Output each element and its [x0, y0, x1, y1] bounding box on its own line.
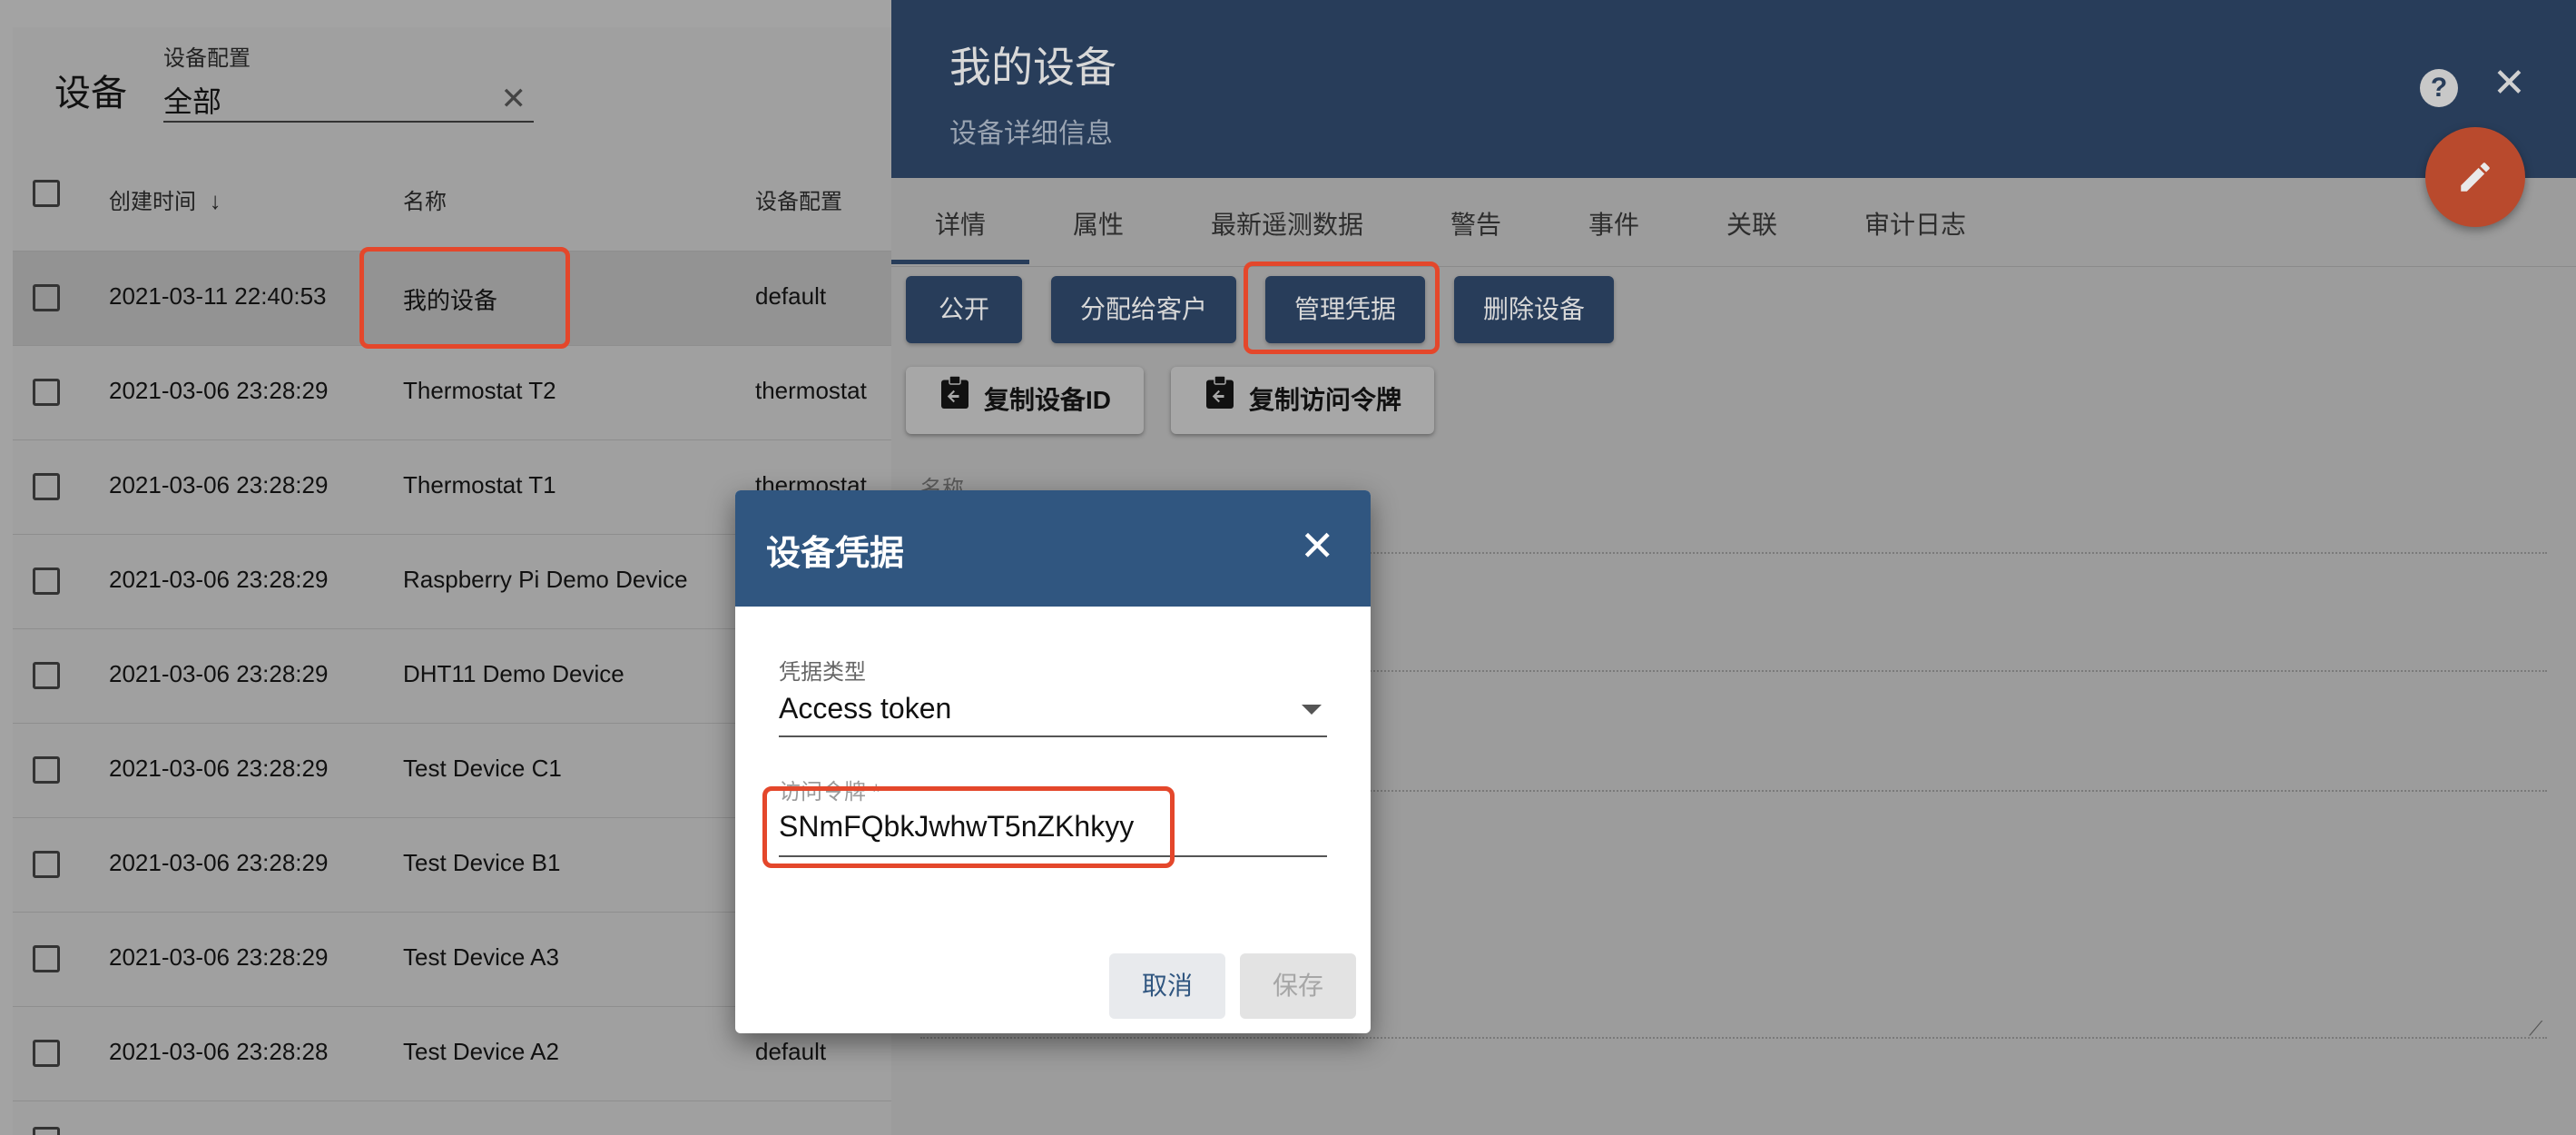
name-highlight-box [359, 247, 570, 349]
cell-name: Thermostat T2 [403, 377, 556, 404]
row-checkbox[interactable] [33, 945, 60, 972]
list-title: 设备 [54, 74, 127, 114]
cell-created: 2021-03-06 23:28:29 [109, 660, 329, 687]
dialog-header: 设备凭据 ✕ [735, 490, 1371, 607]
active-tab-indicator [891, 260, 1029, 264]
cell-created: 2021-03-11 22:40:53 [109, 282, 327, 310]
select-all-checkbox[interactable] [33, 180, 60, 207]
detail-tabs: 详情 属性 最新遥测数据 警告 事件 关联 审计日志 [891, 178, 2576, 267]
row-checkbox[interactable] [33, 473, 60, 500]
arrow-down-icon: ↓ [209, 187, 221, 214]
row-checkbox[interactable] [33, 284, 60, 311]
tab-attributes[interactable]: 属性 [1073, 205, 1124, 242]
copy-access-token-button[interactable]: 复制访问令牌 [1171, 367, 1434, 434]
row-checkbox[interactable] [33, 851, 60, 878]
table-header: 创建时间 ↓ 名称 设备配置 [13, 163, 891, 251]
tab-details[interactable]: 详情 [935, 205, 986, 242]
delete-device-button[interactable]: 删除设备 [1454, 276, 1614, 343]
copy-access-token-label: 复制访问令牌 [1248, 386, 1401, 414]
tab-alarms[interactable]: 警告 [1450, 205, 1501, 242]
cell-name: Raspberry Pi Demo Device [403, 566, 688, 593]
cell-created: 2021-03-06 23:28:29 [109, 377, 329, 404]
clipboard-icon [939, 369, 971, 436]
credential-type-select[interactable]: Access token [779, 692, 951, 725]
save-button[interactable]: 保存 [1240, 953, 1356, 1019]
cell-profile: thermostat [755, 377, 867, 404]
dropdown-arrow-icon[interactable] [1302, 705, 1322, 715]
cell-name: Test Device C1 [403, 755, 562, 782]
help-icon[interactable]: ? [2420, 69, 2458, 107]
close-icon[interactable]: ✕ [2492, 64, 2526, 104]
close-icon[interactable]: ✕ [1300, 525, 1335, 567]
cell-profile: default [755, 282, 827, 310]
credentials-highlight-box [1244, 262, 1440, 354]
tab-audit-logs[interactable]: 审计日志 [1864, 205, 1966, 242]
row-checkbox[interactable] [33, 379, 60, 406]
panel-header: 我的设备 设备详细信息 ? ✕ [891, 0, 2576, 178]
cell-profile: default [755, 1038, 827, 1065]
filter-value: 全部 [163, 85, 222, 118]
dialog-title: 设备凭据 [766, 535, 905, 573]
table-row[interactable] [13, 1100, 891, 1135]
cell-created: 2021-03-06 23:28:29 [109, 471, 329, 498]
credential-type-label: 凭据类型 [779, 660, 866, 685]
panel-title: 我的设备 [949, 44, 1116, 91]
tab-relations[interactable]: 关联 [1726, 205, 1777, 242]
cell-name: Test Device A2 [403, 1038, 559, 1065]
cell-name: Test Device B1 [403, 849, 561, 876]
row-checkbox[interactable] [33, 756, 60, 784]
row-checkbox[interactable] [33, 1127, 60, 1135]
clipboard-icon [1204, 369, 1236, 436]
panel-subtitle: 设备详细信息 [949, 119, 1113, 149]
cell-name: Thermostat T1 [403, 471, 556, 498]
row-checkbox[interactable] [33, 1040, 60, 1067]
description-field-line[interactable] [920, 1037, 2547, 1039]
cell-created: 2021-03-06 23:28:28 [109, 1038, 329, 1065]
cell-name: DHT11 Demo Device [403, 660, 624, 687]
table-row[interactable]: 2021-03-06 23:28:29 Thermostat T2 thermo… [13, 345, 891, 439]
column-header-name[interactable]: 名称 [403, 183, 447, 215]
row-checkbox[interactable] [33, 568, 60, 595]
cell-created: 2021-03-06 23:28:29 [109, 566, 329, 593]
cancel-button[interactable]: 取消 [1109, 953, 1225, 1019]
credential-type-underline [779, 735, 1327, 737]
token-highlight-box [762, 786, 1175, 868]
device-credentials-dialog: 设备凭据 ✕ 凭据类型 Access token 访问令牌 * SNmFQbkJ… [735, 490, 1371, 1033]
copy-device-id-label: 复制设备ID [983, 386, 1111, 414]
copy-device-id-button[interactable]: 复制设备ID [906, 367, 1144, 434]
filter-label: 设备配置 [163, 46, 251, 71]
cell-created: 2021-03-06 23:28:29 [109, 755, 329, 782]
column-header-profile[interactable]: 设备配置 [755, 183, 842, 215]
column-header-created[interactable]: 创建时间 ↓ [109, 183, 221, 215]
make-public-button[interactable]: 公开 [906, 276, 1022, 343]
row-checkbox[interactable] [33, 662, 60, 689]
column-created-label: 创建时间 [109, 190, 196, 214]
resize-handle-icon[interactable]: ⟋ [2529, 1017, 2542, 1041]
device-profile-filter[interactable]: 设备配置 全部 ✕ [163, 40, 534, 123]
assign-to-customer-button[interactable]: 分配给客户 [1051, 276, 1236, 343]
filter-value-field[interactable]: 全部 ✕ [163, 79, 534, 123]
tab-latest-telemetry[interactable]: 最新遥测数据 [1211, 205, 1363, 242]
cell-name: Test Device A3 [403, 943, 559, 971]
clear-icon[interactable]: ✕ [501, 81, 527, 117]
cell-created: 2021-03-06 23:28:29 [109, 849, 329, 876]
tab-events[interactable]: 事件 [1588, 205, 1639, 242]
cell-created: 2021-03-06 23:28:29 [109, 943, 329, 971]
